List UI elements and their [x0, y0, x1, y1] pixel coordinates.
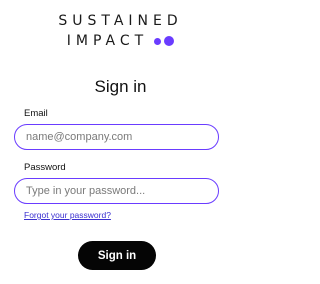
password-label: Password [24, 162, 66, 173]
brand-name-line2-row: IMPACT [0, 32, 241, 50]
brand-dot-small [154, 37, 162, 45]
forgot-password-link[interactable]: Forgot your password? [24, 210, 111, 220]
brand-dots-icon [154, 36, 175, 46]
sign-in-button[interactable]: Sign in [78, 241, 156, 270]
page-title: Sign in [94, 77, 147, 96]
email-label: Email [24, 108, 48, 119]
password-field[interactable] [14, 178, 219, 204]
brand-name-line2: IMPACT [66, 33, 149, 49]
sign-in-page: SUSTAINED IMPACT Sign in Email Password … [0, 0, 241, 284]
brand-logo: SUSTAINED IMPACT [0, 12, 241, 50]
brand-dot-large [164, 36, 175, 46]
email-field[interactable] [14, 124, 219, 150]
brand-name-line1: SUSTAINED [58, 13, 183, 29]
